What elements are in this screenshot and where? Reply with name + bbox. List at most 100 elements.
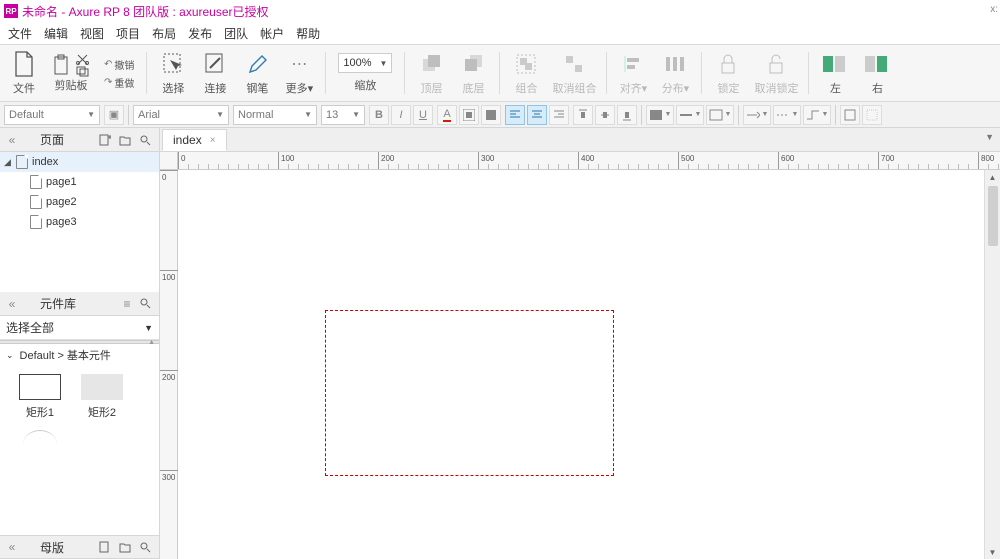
- line-dash-button[interactable]: ▼: [773, 105, 801, 125]
- valign-bottom-button[interactable]: [617, 105, 637, 125]
- fill-menu-button[interactable]: ▼: [646, 105, 674, 125]
- undo-icon: ↶: [104, 59, 112, 70]
- unlock-button[interactable]: 取消锁定: [752, 50, 800, 96]
- text-color-button[interactable]: A: [437, 105, 457, 125]
- bring-front-button[interactable]: 顶层: [413, 50, 449, 96]
- underline-button[interactable]: U: [413, 105, 433, 125]
- ruler-vertical[interactable]: 0100200300: [160, 170, 178, 559]
- pages-panel-head: « 页面: [0, 128, 159, 152]
- halign-center-button[interactable]: [527, 105, 547, 125]
- align-right-icon: [863, 50, 891, 78]
- ungroup-button[interactable]: 取消组合: [550, 50, 598, 96]
- collapse-icon[interactable]: ◢: [4, 157, 16, 168]
- font-size-combo[interactable]: 13▼: [321, 105, 365, 125]
- tab-index[interactable]: index ×: [162, 129, 227, 151]
- border-line-button[interactable]: ▼: [676, 105, 704, 125]
- page-page2[interactable]: page2: [0, 192, 159, 212]
- close-tab-icon[interactable]: ×: [210, 135, 216, 146]
- valign-middle-button[interactable]: [595, 105, 615, 125]
- library-group-head[interactable]: ⌄ Default > 基本元件: [0, 344, 159, 366]
- ruler-horizontal[interactable]: 0100200300400500600700800: [178, 152, 1000, 170]
- page-page1[interactable]: page1: [0, 172, 159, 192]
- paintformat-icon: ▣: [109, 108, 119, 121]
- halign-right-button[interactable]: [549, 105, 569, 125]
- halign-left-button[interactable]: [505, 105, 525, 125]
- collapse-panel-button[interactable]: «: [4, 540, 20, 554]
- chevron-down-icon: ▼: [87, 110, 95, 119]
- select-tool[interactable]: 选择: [155, 50, 191, 96]
- menu-layout[interactable]: 布局: [152, 25, 176, 42]
- library-panel-title: 元件库: [20, 295, 119, 312]
- chevron-down-icon: ▼: [380, 59, 388, 68]
- zoom-combo[interactable]: 100% ▼: [338, 53, 392, 73]
- lock-button[interactable]: 锁定: [710, 50, 746, 96]
- connect-tool[interactable]: 连接: [197, 50, 233, 96]
- new-file-button[interactable]: 文件: [6, 50, 42, 96]
- fill-color-button[interactable]: [481, 105, 501, 125]
- align-right-button[interactable]: 右: [859, 50, 895, 96]
- zoom-group: 100% ▼ 缩放: [334, 51, 396, 95]
- valign-top-button[interactable]: [573, 105, 593, 125]
- border-all-button[interactable]: [840, 105, 860, 125]
- distribute-button[interactable]: 分布▾: [657, 50, 693, 96]
- widget-rect2[interactable]: 矩形2: [76, 374, 128, 420]
- search-pages-button[interactable]: [139, 134, 155, 146]
- page-icon: [16, 155, 28, 169]
- collapse-panel-button[interactable]: «: [4, 297, 20, 311]
- vertical-scrollbar[interactable]: ▲ ▼: [984, 170, 1000, 559]
- align-left-button[interactable]: 左: [817, 50, 853, 96]
- menu-team[interactable]: 团队: [224, 25, 248, 42]
- copy-icon[interactable]: [76, 66, 90, 77]
- page-page3[interactable]: page3: [0, 212, 159, 232]
- connect-icon: [204, 50, 226, 78]
- menu-help[interactable]: 帮助: [296, 25, 320, 42]
- scroll-up-button[interactable]: ▲: [985, 170, 1000, 184]
- page-index[interactable]: ◢ index: [0, 152, 159, 172]
- menu-edit[interactable]: 编辑: [44, 25, 68, 42]
- connector-type-button[interactable]: ▼: [803, 105, 831, 125]
- new-page-button[interactable]: [99, 134, 115, 146]
- menu-file[interactable]: 文件: [8, 25, 32, 42]
- italic-button[interactable]: I: [391, 105, 411, 125]
- line-arrow-button[interactable]: ▼: [743, 105, 771, 125]
- menu-publish[interactable]: 发布: [188, 25, 212, 42]
- align-button[interactable]: 对齐▾: [615, 50, 651, 96]
- font-combo[interactable]: Arial▼: [133, 105, 229, 125]
- new-master-button[interactable]: [99, 541, 115, 553]
- undo-button[interactable]: ↶撤销: [104, 56, 134, 72]
- chevron-down-icon: ▼: [144, 323, 153, 333]
- library-search-button[interactable]: [139, 297, 155, 311]
- new-folder-button[interactable]: [119, 134, 135, 146]
- redo-button[interactable]: ↷重做: [104, 74, 134, 90]
- group-button[interactable]: 组合: [508, 50, 544, 96]
- menu-project[interactable]: 项目: [116, 25, 140, 42]
- library-select-all[interactable]: 选择全部 ▼: [0, 316, 159, 340]
- style-preset-combo[interactable]: Default▼: [4, 105, 100, 125]
- widget-rect1[interactable]: 矩形1: [14, 374, 66, 420]
- bold-button[interactable]: B: [369, 105, 389, 125]
- cut-icon[interactable]: [76, 54, 90, 65]
- library-menu-button[interactable]: ≡: [119, 297, 135, 311]
- front-icon: [420, 50, 442, 78]
- collapse-panel-button[interactable]: «: [4, 133, 20, 147]
- paintformat-button[interactable]: ▣: [104, 105, 124, 125]
- outer-fill-button[interactable]: [459, 105, 479, 125]
- more-tools[interactable]: ⋯ 更多▾: [281, 50, 317, 96]
- menu-view[interactable]: 视图: [80, 25, 104, 42]
- new-master-folder-button[interactable]: [119, 541, 135, 553]
- scroll-down-button[interactable]: ▼: [985, 545, 1000, 559]
- redo-icon: ↷: [104, 77, 112, 88]
- widget-more[interactable]: [14, 430, 66, 444]
- paste-icon[interactable]: [52, 54, 72, 77]
- menu-account[interactable]: 帐户: [260, 25, 284, 42]
- border-none-button[interactable]: [862, 105, 882, 125]
- border-style-button[interactable]: ▼: [706, 105, 734, 125]
- font-weight-combo[interactable]: Normal▼: [233, 105, 317, 125]
- send-back-button[interactable]: 底层: [455, 50, 491, 96]
- pen-tool[interactable]: 钢笔: [239, 50, 275, 96]
- app-icon: RP: [4, 4, 18, 18]
- tabs-menu-button[interactable]: ▼: [985, 132, 994, 142]
- search-masters-button[interactable]: [139, 541, 155, 553]
- back-icon: [462, 50, 484, 78]
- canvas[interactable]: [178, 170, 984, 559]
